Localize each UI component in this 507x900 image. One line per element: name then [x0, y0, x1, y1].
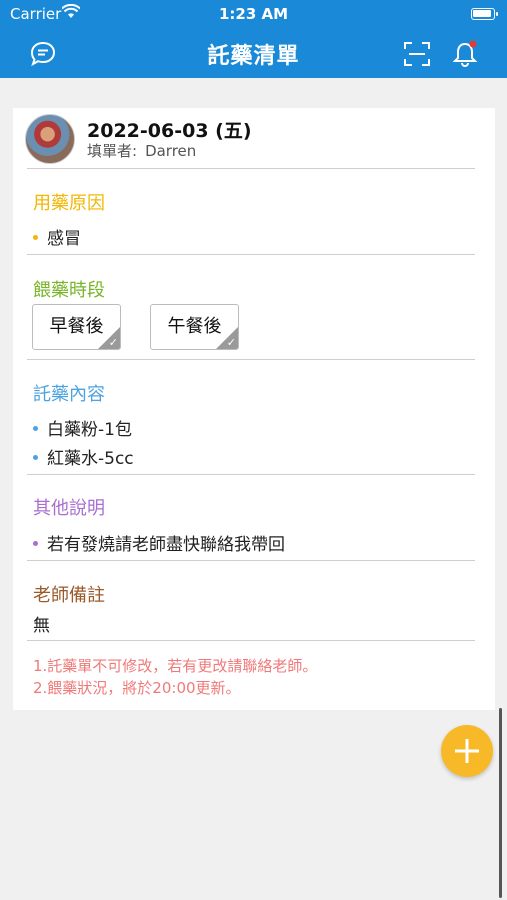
filler-info: 填單者: Darren: [87, 140, 196, 161]
section-title-teacher: 老師備註: [33, 585, 105, 606]
divider: [27, 560, 475, 561]
filler-name: Darren: [145, 142, 197, 160]
notice-line: 2.餵藥狀況，將於20:00更新。: [33, 679, 241, 697]
timing-option-label: 午餐後: [167, 316, 222, 337]
bullet-dot: [33, 454, 38, 460]
divider: [27, 254, 475, 255]
timing-option-label: 早餐後: [49, 316, 104, 337]
plus-icon: [455, 739, 479, 763]
notice-line: 1.託藥單不可修改，若有更改請聯絡老師。: [33, 657, 318, 675]
content-text: 紅藥水-5cc: [47, 449, 134, 469]
content-item: 紅藥水-5cc: [33, 444, 134, 469]
add-button[interactable]: [441, 725, 493, 777]
check-mark: ✓: [108, 336, 118, 349]
bell-icon[interactable]: [451, 40, 479, 68]
other-item: 若有發燒請老師盡快聯絡我帶回: [33, 530, 285, 555]
scan-icon[interactable]: [403, 40, 431, 68]
other-text: 若有發燒請老師盡快聯絡我帶回: [47, 535, 285, 555]
content-text: 白藥粉-1包: [47, 420, 132, 440]
status-time: 1:23 AM: [218, 5, 289, 23]
bullet-dot: [33, 425, 38, 431]
timing-option-breakfast[interactable]: 早餐後 ✓: [32, 304, 121, 350]
entry-date: 2022-06-03 (五): [87, 120, 252, 142]
divider: [27, 640, 475, 641]
filler-label: 填單者:: [87, 142, 138, 160]
scrollbar[interactable]: [499, 708, 502, 898]
bullet-dot: [33, 540, 38, 546]
check-mark: ✓: [226, 336, 236, 349]
reason-text: 感冒: [47, 229, 81, 249]
content-item: 白藥粉-1包: [33, 415, 132, 440]
section-title-timing: 餵藥時段: [33, 280, 105, 301]
section-title-reason: 用藥原因: [33, 193, 105, 214]
medication-card: 2022-06-03 (五) 填單者: Darren 用藥原因 感冒 餵藥時段 早…: [13, 108, 495, 710]
reason-item: 感冒: [33, 224, 81, 249]
battery-icon: [471, 8, 498, 20]
status-bar: Carrier 1:23 AM: [0, 0, 507, 28]
divider: [27, 474, 475, 475]
avatar: [25, 114, 75, 164]
bullet-dot: [33, 234, 38, 240]
nav-bar: 託藥清單: [0, 28, 507, 78]
divider: [27, 359, 475, 360]
timing-option-lunch[interactable]: 午餐後 ✓: [150, 304, 239, 350]
teacher-note-value: 無: [33, 616, 50, 636]
section-title-other: 其他說明: [33, 498, 105, 519]
section-title-content: 託藥內容: [33, 384, 105, 405]
divider: [27, 168, 475, 169]
